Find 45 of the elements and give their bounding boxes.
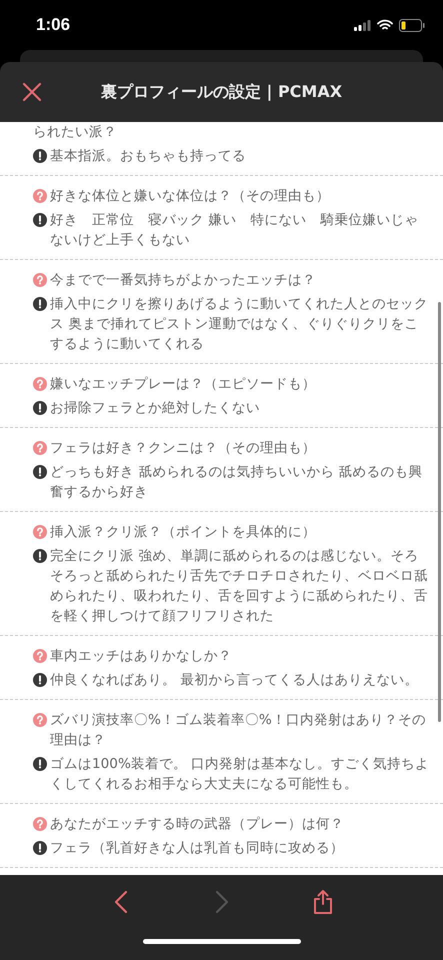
- exclamation-icon: [33, 757, 47, 771]
- wifi-icon: [377, 19, 393, 31]
- question-icon: [33, 817, 47, 831]
- answer-text: フェラ（乳首好きな人は乳首も同時に攻める）: [50, 839, 345, 858]
- exclamation-icon: [33, 841, 47, 855]
- share-icon: [312, 889, 332, 915]
- question-text: フェラは好き？クンニは？（その理由も）: [50, 439, 317, 458]
- header-title: 裏プロフィールの設定 | PCMAX: [100, 82, 344, 102]
- question-text: 今までで一番気持ちがよかったエッチは？: [50, 271, 317, 290]
- question-icon: [33, 441, 47, 455]
- question-text: 車内エッチはありかなしか？: [50, 647, 233, 666]
- exclamation-icon: [33, 673, 47, 687]
- answer-text: お掃除フェラとか絶対したくない: [50, 399, 261, 418]
- status-time: 1:06: [36, 15, 70, 35]
- question-icon: [33, 525, 47, 539]
- exclamation-icon: [33, 401, 47, 415]
- answer-text: 挿入中にクリを擦りあげるように動いてくれた人とのセックス 奥まで挿れてピストン運動ではなく、ぐりぐりクリをこするように動いてくれる: [50, 295, 429, 354]
- answer-text: どっちも好き 舐められるのは気持ちいいから 舐めるのも興奮するから好き: [50, 463, 424, 502]
- question-text: 嫌いなエッチプレーは？（エピソードも）: [50, 375, 317, 394]
- close-icon: [20, 80, 44, 104]
- question-text: ズバリ演技率〇%！ゴム装着率〇%！口内発射はあり？その理由は？: [50, 711, 427, 750]
- chevron-left-icon: [114, 890, 128, 914]
- close-button[interactable]: [20, 80, 44, 104]
- question-text: 好きな体位と嫌いな体位は？（その理由も）: [50, 187, 331, 206]
- question-text: られたい派？: [33, 123, 118, 142]
- answer-text: ゴムは100%装着で。 口内発射は基本なし。すごく気持ちよくしてくれるお相手なら大丈夫になる可能性も。: [50, 755, 430, 794]
- chevron-right-icon: [214, 890, 228, 914]
- question-text: あなたがエッチする時の武器（プレー）は何？: [50, 815, 345, 834]
- question-icon: [33, 713, 47, 727]
- answer-text: 仲良くなればあり。 最初から言ってくる人はありえない。: [50, 671, 420, 690]
- exclamation-icon: [33, 465, 47, 479]
- answer-text: 好き 正常位 寝バック 嫌い 特にない 騎乗位嫌いじゃないけど上手くもない: [50, 211, 420, 250]
- answer-text: 完全にクリ派 強め、単調に舐められるのは感じない。そろそろっと舐められたり舌先でチロチロされたり、ベロベロ舐められたり、吸われたり、舌を回すように舐められたり、舌を軽く押しつけて顔フリフリされた: [50, 547, 429, 626]
- signal-icon: [354, 20, 371, 30]
- question-icon: [33, 273, 47, 287]
- question-icon: [33, 649, 47, 663]
- exclamation-icon: [33, 149, 47, 163]
- exclamation-icon: [33, 213, 47, 227]
- battery-icon: [399, 18, 425, 32]
- answer-text: 基本指派。おもちゃも持ってる: [50, 147, 247, 166]
- exclamation-icon: [33, 297, 47, 311]
- question-icon: [33, 189, 47, 203]
- question-icon: [33, 377, 47, 391]
- question-text: 挿入派？クリ派？（ポイントを具体的に）: [50, 523, 317, 542]
- exclamation-icon: [33, 549, 47, 563]
